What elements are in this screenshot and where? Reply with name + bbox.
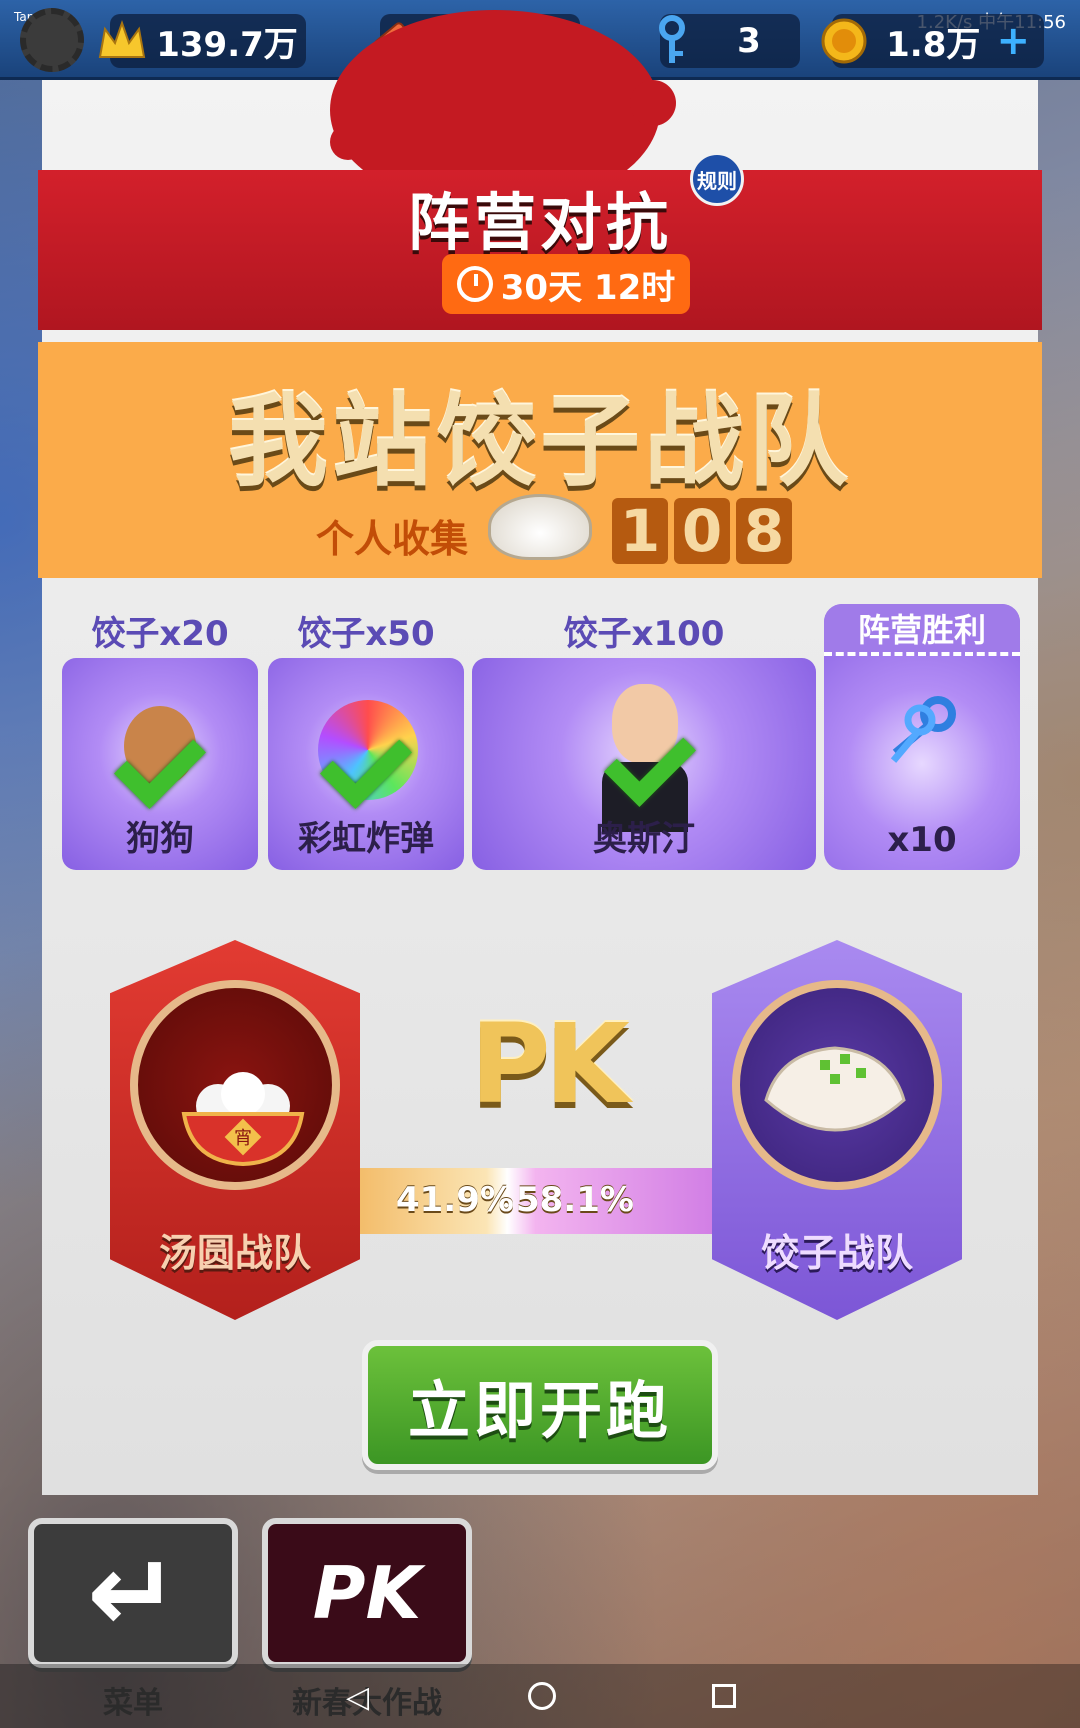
rules-button[interactable]: 规则: [690, 152, 744, 206]
pk-event-button[interactable]: PK: [262, 1518, 472, 1668]
left-team-name: 汤圆战队: [158, 1231, 311, 1275]
right-team-name: 饺子战队: [760, 1231, 913, 1275]
crown-icon: [96, 15, 148, 67]
decor-dot: [630, 80, 676, 126]
bowl-mark: 宵: [234, 1128, 252, 1149]
settings-gear-icon[interactable]: [20, 8, 84, 72]
reward-card-austin[interactable]: 奥斯汀: [472, 658, 816, 870]
coin-resource: 1.8万 +: [821, 14, 1044, 68]
victory-reward-title: 阵营胜利: [824, 604, 1020, 656]
dumpling-team-icon: [764, 1046, 906, 1132]
menu-label: 菜单: [103, 1686, 163, 1721]
nav-recents-icon[interactable]: [712, 1684, 736, 1708]
menu-button[interactable]: ↵: [28, 1518, 238, 1668]
tangyuan-team-badge[interactable]: 宵 汤圆战队: [110, 940, 360, 1320]
pk-label: PK: [470, 1000, 630, 1128]
pk-event-icon: PK: [312, 1551, 422, 1635]
reward-name: 奥斯汀: [593, 819, 695, 859]
start-run-button[interactable]: 立即开跑: [362, 1340, 718, 1470]
collect-digit: 1: [612, 498, 668, 564]
key-icon: [646, 15, 698, 67]
key-count: 3: [737, 21, 761, 61]
coin-icon: [818, 15, 870, 67]
stopwatch-icon: [456, 266, 493, 302]
key-resource: 3: [659, 14, 800, 68]
tangyuan-bowl-icon: 宵: [181, 1072, 305, 1167]
right-team-percent: 58.1%: [516, 1180, 634, 1220]
victory-reward-amount: x10: [887, 820, 957, 860]
event-timer: 30天 12时: [442, 254, 690, 314]
collect-digit: 8: [736, 498, 792, 564]
team-banner-title: 我站饺子战队: [228, 383, 852, 500]
tangyuan-emblem: 宵: [130, 980, 340, 1190]
nav-back-icon[interactable]: ◁: [346, 1680, 369, 1715]
reward-requirement: 饺子x100: [563, 614, 725, 654]
reward-requirement: 饺子x20: [91, 614, 229, 654]
dumpling-team-badge[interactable]: 饺子战队: [712, 940, 962, 1320]
coin-count: 1.8万: [886, 24, 981, 65]
reward-card-dog[interactable]: 狗狗: [62, 658, 258, 870]
dumpling-icon: [488, 494, 592, 560]
timer-text: 30天 12时: [500, 267, 676, 308]
event-title: 阵营对抗: [407, 186, 672, 259]
left-team-percent: 41.9%: [396, 1180, 514, 1220]
crown-resource: 139.7万: [98, 14, 306, 68]
reward-requirement: 饺子x50: [297, 614, 435, 654]
keys-icon: [880, 690, 970, 784]
add-coins-button[interactable]: +: [996, 18, 1030, 64]
collect-counter: 1 0 8: [612, 498, 792, 564]
return-arrow-icon: ↵: [86, 1529, 180, 1657]
victory-reward-card[interactable]: 阵营胜利 x10: [824, 604, 1020, 870]
decor-dot: [330, 124, 366, 160]
reward-name: 彩虹炸弹: [298, 819, 434, 859]
dumpling-emblem: [732, 980, 942, 1190]
collect-digit: 0: [674, 498, 730, 564]
reward-card-rainbow-bomb[interactable]: 彩虹炸弹: [268, 658, 464, 870]
reward-name: 狗狗: [126, 819, 194, 859]
nav-home-icon[interactable]: [528, 1682, 556, 1710]
collect-label: 个人收集: [316, 517, 469, 561]
crown-count: 139.7万: [156, 24, 298, 65]
